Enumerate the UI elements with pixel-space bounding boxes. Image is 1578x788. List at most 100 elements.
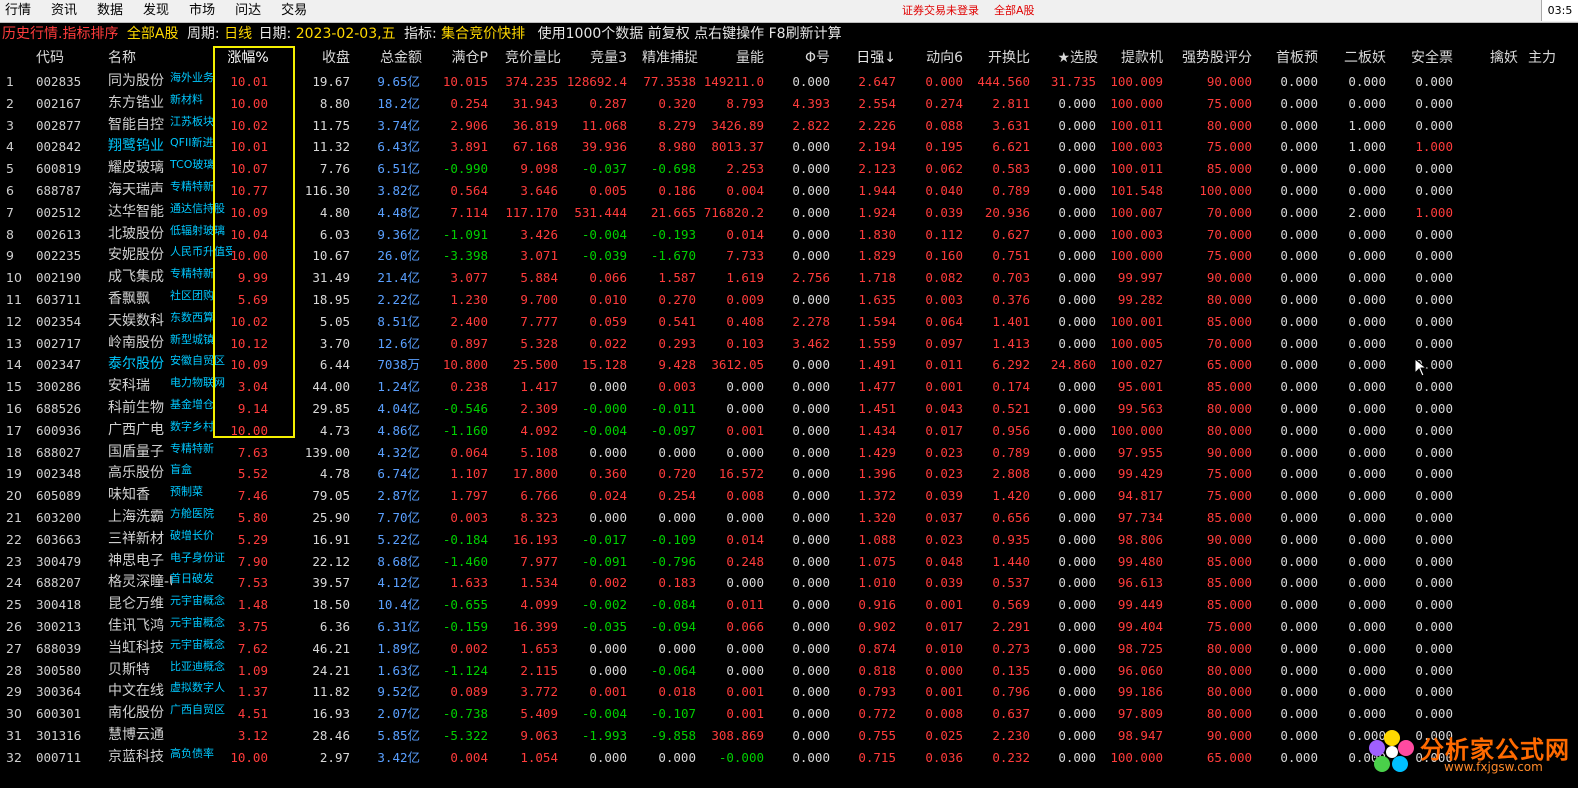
cell-aq: 0.000 xyxy=(1415,117,1453,133)
cell-xg: 0.000 xyxy=(1058,510,1096,525)
table-row[interactable]: 19 002348 高乐股份 盲盒 5.52 4.78 6.74亿 1.107 17.800 0.… xyxy=(0,463,1578,485)
cell-sb: 0.000 xyxy=(1280,292,1318,307)
cell-ln: 0.066 xyxy=(726,619,764,634)
table-row[interactable]: 32 000711 京蓝科技 高负债率 10.00 2.97 3.42亿 0.004 1.054… xyxy=(0,747,1578,769)
table-row[interactable]: 27 688039 当虹科技 元宇宙概念 7.62 46.21 1.89亿 0.002 1.65… xyxy=(0,638,1578,660)
cell-eb: 0.000 xyxy=(1348,183,1386,198)
cell-qy xyxy=(1462,420,1518,442)
header-col-6[interactable]: 竞价量比 xyxy=(495,46,561,70)
cell-ln: 0.001 xyxy=(726,422,764,438)
cell-kh: 0.174 xyxy=(992,379,1030,395)
menu-item-0[interactable]: 行情 xyxy=(0,0,41,22)
table-row[interactable]: 26 300213 佳讯飞鸿 元宇宙概念 3.75 6.36 6.31亿 -0.159 16.3… xyxy=(0,616,1578,638)
cell-qy xyxy=(1462,376,1518,398)
cell-o: 0.000 xyxy=(792,161,830,177)
cell-amt: 10.4亿 xyxy=(377,597,420,613)
board-label[interactable]: 全部A股 xyxy=(127,23,179,45)
login-status[interactable]: 证券交易未登录 xyxy=(902,0,979,22)
cell-close: 19.67 xyxy=(312,74,350,89)
table-row[interactable]: 25 300418 昆仑万维 元宇宙概念 1.48 18.50 10.4亿 -0.655 4.0… xyxy=(0,594,1578,616)
table-row[interactable]: 23 300479 神思电子 电子身份证 7.90 22.12 8.68亿 -1.460 7.9… xyxy=(0,551,1578,573)
header-col-14[interactable]: ★选股 xyxy=(1040,46,1098,70)
cell-jjb: 16.399 xyxy=(512,619,558,634)
menu-item-1[interactable]: 资讯 xyxy=(41,0,87,22)
table-row[interactable]: 21 603200 上海洗霸 方舱医院 5.80 25.90 7.70亿 0.003 8.323… xyxy=(0,507,1578,529)
cell-jl3: -0.037 xyxy=(581,161,627,177)
cell-amt: 18.2亿 xyxy=(377,95,420,111)
cell-aq: 0.000 xyxy=(1415,575,1453,591)
header-col-12[interactable]: 动向6 xyxy=(908,46,963,70)
table-row[interactable]: 30 600301 南化股份 广西自贸区 4.51 16.93 2.07亿 -0.738 5.4… xyxy=(0,703,1578,725)
cell-amt: 4.04亿 xyxy=(377,401,420,416)
header-col-20[interactable]: 擒妖 xyxy=(1462,46,1518,70)
cell-jl3: 0.000 xyxy=(589,510,627,525)
cell-o: 0.000 xyxy=(792,444,830,460)
table-row[interactable]: 28 300580 贝斯特 比亚迪概念 1.09 24.21 1.63亿 -1.124 2.11… xyxy=(0,660,1578,682)
menu-item-5[interactable]: 问达 xyxy=(225,0,271,22)
cell-rq: 1.829 xyxy=(858,248,896,264)
header-col-4[interactable]: 总金额 xyxy=(360,46,422,70)
indicator-label: 指标: xyxy=(404,26,437,42)
header-col-21[interactable]: 主力 xyxy=(1528,46,1578,70)
table-row[interactable]: 18 688027 国盾量子 专精特新 7.63 139.00 4.32亿 0.064 5.10… xyxy=(0,442,1578,464)
table-row[interactable]: 24688207格灵深瞳-U首日破发7.5339.574.12亿1.6331.5… xyxy=(0,572,1578,594)
header-col-9[interactable]: 量能 xyxy=(700,46,764,70)
header-col-19[interactable]: 安全票 xyxy=(1395,46,1453,70)
cell-sb: 0.000 xyxy=(1280,95,1318,111)
table-row[interactable]: 31 301316 慧博云通 3.12 28.46 5.85亿 -5.322 9.063 -1.… xyxy=(0,725,1578,747)
header-col-17[interactable]: 首板预 xyxy=(1262,46,1318,70)
stock-code: 000711 xyxy=(36,749,82,765)
stock-name: 京蓝科技 xyxy=(108,748,164,765)
header-col-7[interactable]: 竞量3 xyxy=(563,46,627,70)
cell-qy xyxy=(1462,660,1518,682)
cell-o: 0.000 xyxy=(792,619,830,634)
row-number: 12 xyxy=(6,313,22,329)
cell-tk: 99.480 xyxy=(1117,553,1163,569)
menu-item-2[interactable]: 数据 xyxy=(87,0,133,22)
cell-aq: 0.000 xyxy=(1415,292,1453,307)
cell-mc: 0.254 xyxy=(450,95,488,111)
cell-aq: 1.000 xyxy=(1415,204,1453,220)
cell-close: 24.21 xyxy=(312,662,350,678)
cell-aq: 0.000 xyxy=(1415,619,1453,634)
mode-label[interactable]: 历史行情.指标排序 xyxy=(2,23,118,45)
stock-name: 泰尔股份 xyxy=(108,356,164,373)
header-col-8[interactable]: 精准捕捉 xyxy=(632,46,698,70)
cell-sb: 0.000 xyxy=(1280,357,1318,373)
stock-code: 688039 xyxy=(36,640,82,656)
cell-amt: 4.32亿 xyxy=(377,444,420,460)
cell-jjb: 4.099 xyxy=(520,597,558,613)
cell-jz: 8.980 xyxy=(658,139,696,155)
stock-name: 神思电子 xyxy=(108,552,164,569)
header-col-10[interactable]: Φ号 xyxy=(770,46,830,70)
date-value[interactable]: 2023-02-03,五 xyxy=(296,23,396,45)
board-status[interactable]: 全部A股 xyxy=(994,0,1035,22)
period-value[interactable]: 日线 xyxy=(224,23,252,45)
cell-jl3: -0.004 xyxy=(581,226,627,242)
header-col-1[interactable]: 名称 xyxy=(108,46,178,70)
cell-xg: 0.000 xyxy=(1058,488,1096,504)
header-col-15[interactable]: 提款机 xyxy=(1105,46,1163,70)
stock-code: 002877 xyxy=(36,117,82,133)
menu-item-4[interactable]: 市场 xyxy=(179,0,225,22)
table-row[interactable]: 20 605089 味知香 预制菜 7.46 79.05 2.87亿 1.797 6.766 0.… xyxy=(0,485,1578,507)
menu-item-3[interactable]: 发现 xyxy=(133,0,179,22)
cell-rq: 1.372 xyxy=(858,488,896,504)
table-row[interactable]: 29 300364 中文在线 虚拟数字人 1.37 11.82 9.52亿 0.089 3.77… xyxy=(0,681,1578,703)
cell-o: 0.000 xyxy=(792,640,830,656)
header-col-3[interactable]: 收盘 xyxy=(300,46,350,70)
indicator-value[interactable]: 集合竞价快排 xyxy=(441,23,525,45)
cell-jjb: 5.328 xyxy=(520,335,558,351)
header-col-18[interactable]: 二板妖 xyxy=(1330,46,1386,70)
cell-aq: 0.000 xyxy=(1415,161,1453,177)
header-col-11[interactable]: 日强↓ xyxy=(840,46,896,70)
header-col-0[interactable]: 代码 xyxy=(36,46,96,70)
header-col-5[interactable]: 满仓P xyxy=(430,46,488,70)
cell-qy xyxy=(1462,638,1518,660)
cell-o: 0.000 xyxy=(792,357,830,373)
menu-item-6[interactable]: 交易 xyxy=(271,0,317,22)
cell-sb: 0.000 xyxy=(1280,204,1318,220)
table-row[interactable]: 22 603663 三祥新材 破增长价 5.29 16.91 5.22亿 -0.184 16.1… xyxy=(0,529,1578,551)
header-col-13[interactable]: 开换比 xyxy=(972,46,1030,70)
header-col-16[interactable]: 强势股评分 xyxy=(1172,46,1252,70)
